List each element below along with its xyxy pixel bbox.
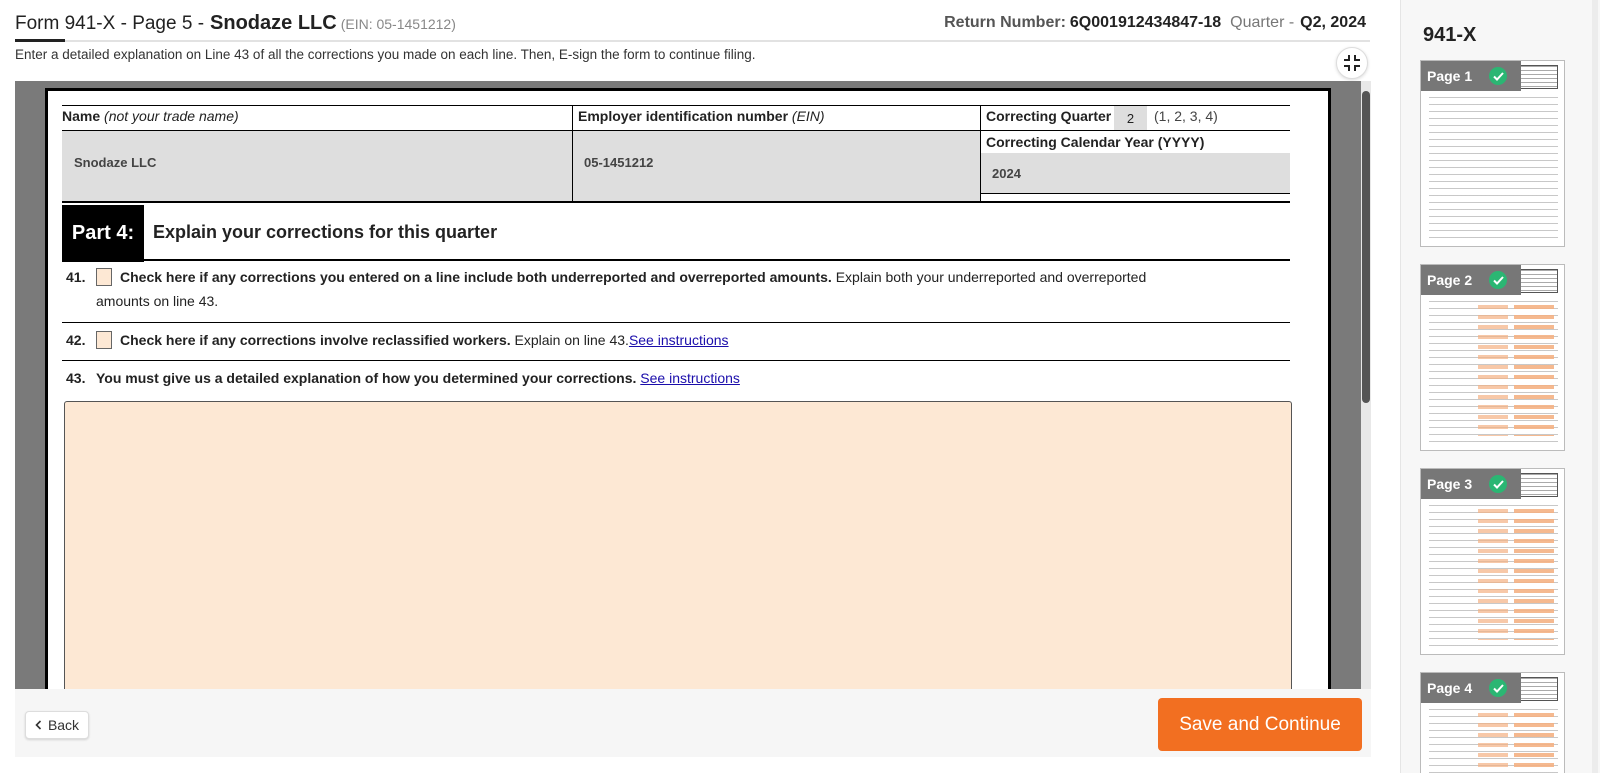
ein-value: 05-1451212 [584,155,654,170]
thumb-preview-block [1516,65,1558,89]
form-page: Name (not your trade name) Employer iden… [45,88,1331,689]
page-badge: Page 4 [1421,673,1521,703]
sidebar-scrollbar[interactable] [1592,0,1598,773]
rule [980,193,1290,194]
name-label: Name (not your trade name) [62,108,239,124]
page-badge: Page 1 [1421,61,1521,91]
thumb-preview-fields [1514,509,1554,640]
check-icon [1489,271,1507,289]
instruction-text: Enter a detailed explanation on Line 43 … [15,47,756,62]
form-header: Form 941-X - Page 5 - Snodaze LLC (EIN: 05… [15,0,1370,42]
rule [62,322,1290,323]
correcting-quarter-label: Correcting Quarter [986,108,1112,124]
line42-instructions-link[interactable]: See instructions [629,332,729,348]
sidebar-page-3[interactable]: Page 3 [1420,468,1565,655]
line42-text: Check here if any corrections involve re… [120,332,729,348]
ein-field[interactable]: 05-1451212 [573,131,980,201]
chevron-left-icon [35,720,42,730]
return-number: 6Q001912434847-18 [1069,14,1222,31]
line43-number: 43. [66,370,86,386]
thumb-preview-block [1516,269,1558,293]
thumb-preview-fields [1514,305,1554,436]
thumb-preview-fields [1478,713,1508,773]
thumb-preview-fields [1478,305,1508,436]
company-name: Snodaze LLC [210,12,337,34]
part4-title: Explain your corrections for this quarte… [153,222,498,242]
form-viewer[interactable]: Name (not your trade name) Employer iden… [15,81,1371,689]
line41-text-cont: amounts on line 43. [96,293,219,309]
thumb-preview-block [1516,473,1558,497]
name-value: Snodaze LLC [74,155,157,170]
quarter-label: Quarter - [1230,14,1295,31]
form-title: Form 941-X - Page 5 - Snodaze LLC (EIN: 05… [15,12,456,35]
line42-number: 42. [66,332,86,348]
correcting-quarter-input[interactable]: 2 [1114,106,1147,130]
correcting-quarter-options: (1, 2, 3, 4) [1154,108,1218,124]
thumb-preview [1429,97,1558,238]
thumb-preview-fields [1514,713,1554,773]
rule [62,259,1290,261]
part4-label: Part 4: [62,205,144,262]
check-icon [1489,67,1507,85]
rule [62,201,1290,203]
line41-checkbox[interactable] [96,268,112,286]
check-icon [1489,679,1507,697]
collapse-icon [1344,55,1360,71]
correcting-year-value: 2024 [992,166,1021,181]
footer-bar: Back Save and Continue [15,689,1371,757]
page-badge: Page 3 [1421,469,1521,499]
rule [980,130,1290,131]
line43-instructions-link[interactable]: See instructions [640,370,740,386]
quarter-value: Q2, 2024 [1300,14,1366,31]
viewer-scroll-thumb[interactable] [1362,91,1370,403]
save-and-continue-button[interactable]: Save and Continue [1158,698,1362,751]
return-number-label: Return Number: [944,14,1066,31]
back-button[interactable]: Back [25,711,89,739]
rule [62,105,1290,106]
collapse-view-button[interactable] [1336,47,1368,79]
header-ein: (EIN: 05-1451212) [340,16,456,32]
header-underline [15,39,65,42]
thumb-preview-fields [1478,509,1508,640]
line41-number: 41. [66,269,86,285]
sidebar-page-1[interactable]: Page 1 [1420,60,1565,247]
rule [62,360,1290,361]
line42-checkbox[interactable] [96,331,112,349]
line41-text: Check here if any corrections you entere… [120,269,1147,285]
ein-label: Employer identification number (EIN) [578,108,825,124]
check-icon [1489,475,1507,493]
sidebar-page-4[interactable]: Page 4 [1420,672,1565,773]
thumb-preview-block [1516,677,1558,701]
return-info: Return Number: 6Q001912434847-18 Quarter -… [944,14,1366,32]
page-badge: Page 2 [1421,265,1521,295]
explanation-textarea[interactable] [64,401,1292,689]
page-sidebar: 941-X Page 1 Page 2 Page 3 Page 4 [1400,0,1600,773]
viewer-scrollbar[interactable] [1361,81,1371,689]
line43-text: You must give us a detailed explanation … [96,370,740,386]
correcting-year-field[interactable]: 2024 [981,153,1290,193]
back-label: Back [47,717,80,733]
sidebar-page-2[interactable]: Page 2 [1420,264,1565,451]
correcting-year-label: Correcting Calendar Year (YYYY) [986,134,1205,150]
sidebar-title: 941-X [1423,24,1477,46]
form-page-label: Form 941-X - Page 5 - [15,13,205,34]
name-field[interactable]: Snodaze LLC [62,131,572,201]
